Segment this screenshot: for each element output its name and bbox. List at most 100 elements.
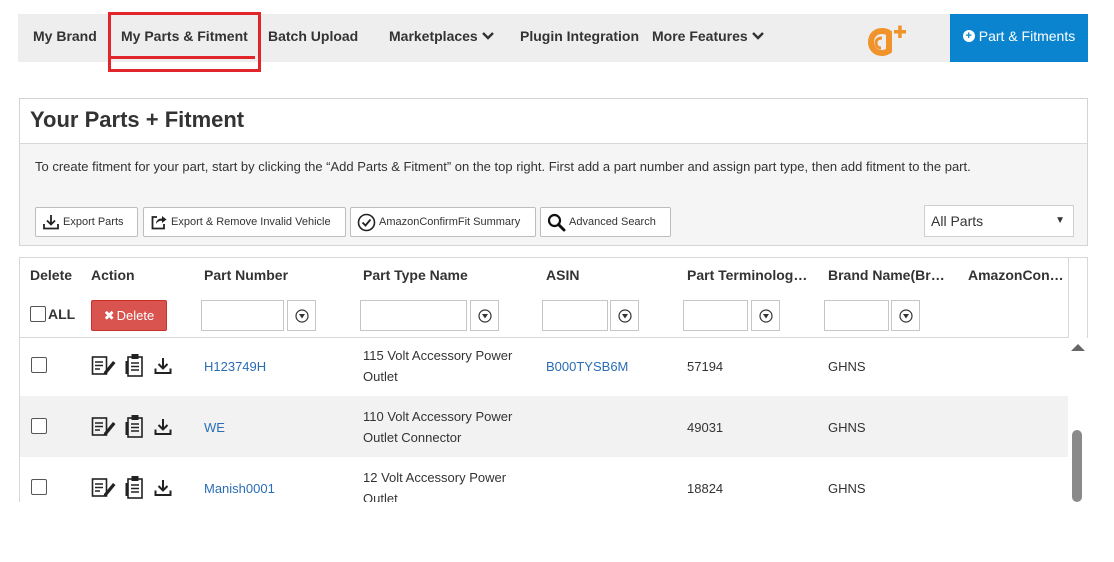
col-header-action[interactable]: Action <box>91 267 135 283</box>
filter-icon <box>477 308 492 323</box>
parts-panel: Your Parts + Fitment To create fitment f… <box>19 98 1088 246</box>
part-type-line-1: 115 Volt Accessory Power <box>363 348 513 363</box>
export-remove-invalid-button[interactable]: Export & Remove Invalid Vehicle <box>143 207 346 237</box>
col-header-delete[interactable]: Delete <box>30 267 72 283</box>
download-icon[interactable] <box>153 417 173 437</box>
part-type-line-1: 12 Volt Accessory Power <box>363 470 507 485</box>
row-checkbox[interactable] <box>31 479 47 495</box>
grid-scrollbar[interactable] <box>1068 338 1088 502</box>
page-title: Your Parts + Fitment <box>20 99 1087 144</box>
add-part-fitment-label: Part & Fitments <box>978 28 1076 44</box>
col-header-asin[interactable]: ASIN <box>546 267 579 283</box>
table-row: WE 110 Volt Accessory Power Outlet Conne… <box>20 396 1069 457</box>
share-export-icon <box>151 216 167 230</box>
copy-clipboard-icon[interactable] <box>124 352 146 378</box>
export-remove-invalid-label: Export & Remove Invalid Vehicle <box>171 216 331 228</box>
chevron-down-icon <box>481 31 494 40</box>
close-icon: ✖ <box>103 307 115 323</box>
top-nav: My Brand My Parts & Fitment Batch Upload… <box>18 14 1088 62</box>
nav-marketplaces[interactable]: Marketplaces <box>389 14 494 62</box>
filter-icon <box>294 308 309 323</box>
header-divider <box>1068 258 1069 338</box>
chevron-down-icon <box>751 31 764 40</box>
filter-icon <box>758 308 773 323</box>
delete-button[interactable]: ✖ Delete <box>91 300 167 331</box>
export-parts-button[interactable]: Export Parts <box>35 207 138 237</box>
part-number-link[interactable]: Manish0001 <box>204 481 275 496</box>
copy-clipboard-icon[interactable] <box>124 413 146 439</box>
parts-filter-value: All Parts <box>931 213 984 229</box>
terminology-filter-button[interactable] <box>751 300 780 331</box>
part-type-filter-button[interactable] <box>470 300 499 331</box>
part-number-filter-input[interactable] <box>201 300 284 331</box>
panel-description: To create fitment for your part, start b… <box>35 159 971 174</box>
advanced-search-button[interactable]: Advanced Search <box>540 207 671 237</box>
select-all[interactable]: ALL <box>30 306 75 322</box>
brand-filter-input[interactable] <box>824 300 889 331</box>
add-part-fitment-button[interactable]: + Part & Fitments <box>950 14 1088 62</box>
aplus-logo-icon <box>867 25 906 56</box>
terminology-value: 49031 <box>687 420 724 435</box>
brand-value: GHNS <box>828 420 866 435</box>
part-type-line-2: Outlet <box>363 369 398 384</box>
parts-grid: Delete Action Part Number Part Type Name… <box>19 257 1088 502</box>
search-icon <box>547 213 566 231</box>
asin-filter-input[interactable] <box>542 300 608 331</box>
download-icon[interactable] <box>153 356 173 376</box>
col-header-brand[interactable]: Brand Name(Bra… <box>828 267 950 283</box>
part-number-link[interactable]: H123749H <box>204 359 266 374</box>
table-row: Manish0001 12 Volt Accessory Power Outle… <box>20 457 1069 502</box>
filter-icon <box>898 308 913 323</box>
terminology-value: 57194 <box>687 359 724 374</box>
row-checkbox[interactable] <box>31 418 47 434</box>
select-all-label: ALL <box>48 306 76 322</box>
col-header-terminology[interactable]: Part Terminology… <box>687 267 811 283</box>
filter-icon <box>617 308 632 323</box>
nav-batch-upload[interactable]: Batch Upload <box>268 14 358 62</box>
active-nav-underline <box>108 56 255 59</box>
brand-filter-button[interactable] <box>891 300 920 331</box>
amazon-confirmfit-summary-button[interactable]: AmazonConfirmFit Summary <box>350 207 536 237</box>
plus-circle-icon: + <box>962 30 975 42</box>
edit-icon[interactable] <box>91 477 117 499</box>
scrollbar-thumb[interactable] <box>1072 430 1082 502</box>
brand-value: GHNS <box>828 481 866 496</box>
grid-header-row: Delete Action Part Number Part Type Name… <box>20 258 1069 292</box>
nav-more-features-label: More Features <box>652 28 748 44</box>
check-circle-icon <box>357 213 376 231</box>
edit-icon[interactable] <box>91 355 117 377</box>
download-icon <box>43 215 59 230</box>
amazon-confirmfit-summary-label: AmazonConfirmFit Summary <box>379 216 521 228</box>
copy-clipboard-icon[interactable] <box>124 474 146 500</box>
export-parts-label: Export Parts <box>63 216 124 228</box>
nav-my-parts-fitment[interactable]: My Parts & Fitment <box>121 14 248 62</box>
delete-button-label: Delete <box>116 308 155 323</box>
edit-icon[interactable] <box>91 416 117 438</box>
nav-plugin-integration[interactable]: Plugin Integration <box>520 14 639 62</box>
download-icon[interactable] <box>153 478 173 498</box>
advanced-search-label: Advanced Search <box>569 216 656 228</box>
asin-link[interactable]: B000TYSB6M <box>546 359 628 374</box>
brand-value: GHNS <box>828 359 866 374</box>
nav-my-brand[interactable]: My Brand <box>33 14 97 62</box>
part-number-link[interactable]: WE <box>204 420 225 435</box>
part-type-filter-input[interactable] <box>360 300 467 331</box>
grid-filter-row: ALL ✖ Delete <box>20 292 1069 338</box>
asin-filter-button[interactable] <box>610 300 639 331</box>
col-header-amazon[interactable]: AmazonConfir… <box>968 267 1068 283</box>
select-all-checkbox[interactable] <box>30 306 46 322</box>
nav-marketplaces-label: Marketplaces <box>389 28 478 44</box>
part-type-line-1: 110 Volt Accessory Power <box>363 409 513 424</box>
caret-down-icon: ▼ <box>1055 215 1065 226</box>
scroll-up-arrow-icon[interactable] <box>1071 344 1085 351</box>
nav-more-features[interactable]: More Features <box>652 14 764 62</box>
terminology-filter-input[interactable] <box>683 300 748 331</box>
terminology-value: 18824 <box>687 481 724 496</box>
col-header-part-type[interactable]: Part Type Name <box>363 267 468 283</box>
part-type-line-2: Outlet Connector <box>363 430 462 445</box>
parts-filter-select[interactable]: All Parts ▼ <box>924 205 1074 237</box>
part-type-line-2: Outlet <box>363 491 398 502</box>
col-header-part-number[interactable]: Part Number <box>204 267 288 283</box>
row-checkbox[interactable] <box>31 357 47 373</box>
part-number-filter-button[interactable] <box>287 300 316 331</box>
